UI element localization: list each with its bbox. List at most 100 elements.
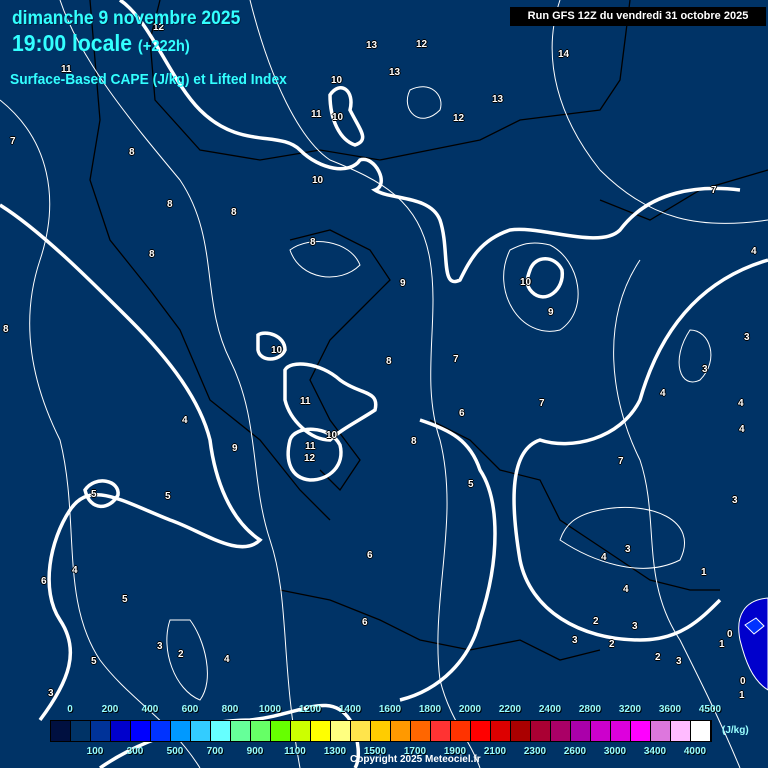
contour-label: 3 (572, 635, 578, 646)
contour-label: 4 (738, 398, 744, 409)
lifted-index-contours (0, 0, 768, 768)
contour-label: 12 (453, 113, 465, 124)
copyright: Copyright 2025 Meteociel.fr (350, 754, 481, 765)
legend-tick-top: 3600 (658, 704, 682, 715)
contour-label: 3 (625, 544, 631, 555)
legend-swatch (371, 721, 391, 741)
contour-label: 9 (232, 443, 238, 454)
legend-swatch (511, 721, 531, 741)
contour-label: 7 (539, 398, 545, 409)
contour-label: 11 (311, 109, 322, 120)
legend-tick-bottom: 2300 (523, 746, 547, 757)
legend-swatch (431, 721, 451, 741)
legend-tick-bottom: 2100 (483, 746, 507, 757)
contour-label: 7 (10, 136, 16, 147)
contour-label: 5 (468, 479, 474, 490)
contour-label: 3 (732, 495, 738, 506)
legend-tick-bottom: 3400 (643, 746, 667, 757)
legend-swatch (311, 721, 331, 741)
contour-label: 0 (740, 676, 746, 687)
contour-label: 4 (751, 246, 757, 257)
legend-swatch (411, 721, 431, 741)
legend-swatch (551, 721, 571, 741)
contour-label: 11 (300, 396, 311, 407)
contour-label: 6 (367, 550, 373, 561)
legend-swatch (631, 721, 651, 741)
contour-label: 2 (178, 649, 184, 660)
legend-tick-top: 1000 (258, 704, 282, 715)
contour-label: 3 (702, 364, 708, 375)
legend-tick-top: 200 (101, 704, 119, 715)
legend-tick-top: 2200 (498, 704, 522, 715)
legend-tick-bottom: 4000 (683, 746, 707, 757)
legend-swatch (131, 721, 151, 741)
contour-label: 2 (609, 639, 615, 650)
legend-swatch (471, 721, 491, 741)
legend-tick-top: 2400 (538, 704, 562, 715)
legend-tick-bottom: 100 (86, 746, 104, 757)
contour-label: 7 (711, 185, 717, 196)
legend-swatch (51, 721, 71, 741)
legend-swatch (191, 721, 211, 741)
legend-tick-bottom: 2600 (563, 746, 587, 757)
run-info: Run GFS 12Z du vendredi 31 octobre 2025 (510, 7, 766, 26)
legend-tick-top: 800 (221, 704, 239, 715)
contour-label: 4 (623, 584, 629, 595)
contour-label: 10 (331, 75, 343, 86)
legend-swatch (651, 721, 671, 741)
legend-unit: (J/kg) (722, 725, 749, 736)
legend-tick-bottom: 300 (126, 746, 144, 757)
contour-label: 12 (416, 39, 428, 50)
contour-label: 8 (411, 436, 417, 447)
legend-swatch (591, 721, 611, 741)
contour-label: 8 (386, 356, 392, 367)
contour-label: 10 (326, 430, 338, 441)
contour-label: 3 (676, 656, 682, 667)
contour-label: 8 (167, 199, 173, 210)
contour-label: 6 (459, 408, 465, 419)
legend-tick-top: 2000 (458, 704, 482, 715)
contour-label: 8 (310, 237, 316, 248)
legend-tick-top: 1400 (338, 704, 362, 715)
contour-label: 14 (558, 49, 570, 60)
contour-label: 9 (400, 278, 406, 289)
legend-tick-top: 3200 (618, 704, 642, 715)
contour-label: 5 (165, 491, 171, 502)
legend-tick-top: 1600 (378, 704, 402, 715)
contour-label: 3 (48, 688, 54, 699)
contour-label: 8 (149, 249, 155, 260)
legend-swatch (611, 721, 631, 741)
contour-label: 10 (520, 277, 532, 288)
legend-tick-bottom: 1100 (284, 746, 306, 757)
legend-tick-top: 1800 (418, 704, 442, 715)
legend-tick-top: 400 (141, 704, 159, 715)
legend-swatch (691, 721, 711, 741)
legend-swatch (531, 721, 551, 741)
contour-label: 3 (744, 332, 750, 343)
contour-label: 1 (739, 690, 745, 701)
legend-swatch (331, 721, 351, 741)
legend-swatch (491, 721, 511, 741)
contour-label: 5 (91, 489, 97, 500)
contour-label: 11 (305, 441, 316, 452)
legend-swatch (111, 721, 131, 741)
legend-swatch (291, 721, 311, 741)
legend-tick-top: 600 (181, 704, 199, 715)
local-time: 19:00 locale (12, 30, 132, 56)
lead-time: (+222h) (137, 38, 190, 55)
contour-label: 5 (122, 594, 128, 605)
legend-swatch (211, 721, 231, 741)
legend-tick-top: 2800 (578, 704, 602, 715)
contour-label: 10 (332, 112, 344, 123)
forecast-date: dimanche 9 novembre 2025 (12, 8, 241, 29)
weather-map: 12 12 13 11 13 10 14 13 11 10 12 7 8 10 8 8 7 8 8 4 9 10 9 8 10 3… (0, 0, 768, 768)
contour-label: 4 (72, 565, 78, 576)
contour-label: 1 (719, 639, 725, 650)
legend-swatch (271, 721, 291, 741)
legend-tick-bottom: 500 (166, 746, 184, 757)
legend-tick-bottom: 700 (206, 746, 224, 757)
legend-swatch (671, 721, 691, 741)
contour-label: 12 (304, 453, 316, 464)
contour-label: 6 (41, 576, 47, 587)
contour-label: 8 (3, 324, 9, 335)
